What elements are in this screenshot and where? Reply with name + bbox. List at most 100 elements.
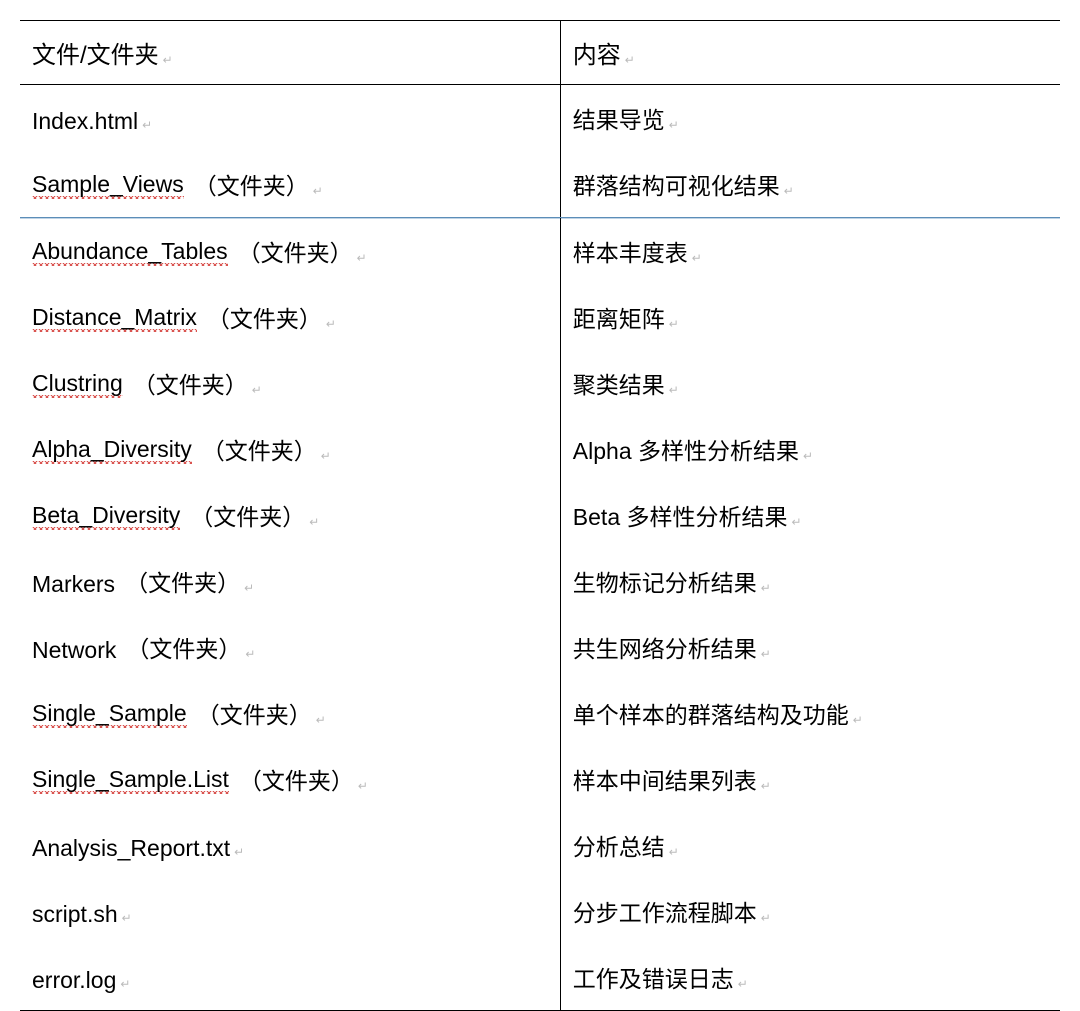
folder-suffix: （文件夹） [190,498,305,532]
paragraph-mark-icon: ↵ [669,383,679,397]
folder-suffix: （文件夹） [239,762,354,796]
file-name: Index.html [32,108,138,135]
file-name: script.sh [32,901,118,928]
header-right-text: 内容 [573,35,621,70]
description-text: Alpha 多样性分析结果 [573,432,799,466]
file-name: Markers [32,571,115,598]
table-row: error.log ↵ 工作及错误日志↵ [20,944,1060,1011]
description-cell: 样本丰度表↵ [561,218,1060,284]
description-cell: 样本中间结果列表↵ [561,746,1060,812]
table-row: Distance_Matrix（文件夹）↵距离矩阵↵ [20,284,1060,350]
file-name-cell: script.sh ↵ [20,878,561,944]
paragraph-mark-icon: ↵ [252,383,262,397]
paragraph-mark-icon: ↵ [692,251,702,265]
folder-suffix: （文件夹） [202,432,317,466]
description-text: 分步工作流程脚本 [573,894,757,928]
file-name: Clustring [32,370,123,400]
paragraph-mark-icon: ↵ [784,184,794,198]
paragraph-mark-icon: ↵ [853,713,863,727]
file-name-cell: Index.html ↵ [20,85,561,151]
paragraph-mark-icon: ↵ [803,449,813,463]
file-name-cell: Abundance_Tables （文件夹） ↵ [20,218,561,284]
table-body: Index.html↵结果导览↵Sample_Views（文件夹）↵群落结构可视… [20,85,1060,1011]
paragraph-mark-icon: ↵ [234,845,244,859]
paragraph-mark-icon: ↵ [163,53,173,67]
file-name-cell: Sample_Views（文件夹）↵ [20,151,561,217]
description-cell: 分步工作流程脚本 ↵ [561,878,1060,944]
paragraph-mark-icon: ↵ [761,581,771,595]
table-row: Index.html ↵ 结果导览 ↵ [20,85,1060,151]
paragraph-mark-icon: ↵ [761,911,771,925]
description-text: 分析总结 [573,828,665,862]
paragraph-mark-icon: ↵ [761,779,771,793]
folder-suffix: （文件夹） [207,300,322,334]
file-name-cell: Single_Sample.List （文件夹） ↵ [20,746,561,812]
table-row: Single_Sample（文件夹）↵单个样本的群落结构及功能↵ [20,680,1060,746]
paragraph-mark-icon: ↵ [316,713,326,727]
table-row: Sample_Views（文件夹）↵ 群落结构可视化结果 ↵ [20,151,1060,218]
table-row: Beta_Diversity （文件夹） ↵ Beta 多样性分析结果↵ [20,482,1060,548]
file-name-cell: error.log ↵ [20,944,561,1010]
paragraph-mark-icon: ↵ [358,779,368,793]
file-name: Single_Sample.List [32,766,229,796]
file-description-table: 文件/文件夹 ↵ 内容 ↵ Index.html↵结果导览↵Sample_Vie… [20,20,1060,1011]
description-text: Beta 多样性分析结果 [573,498,788,532]
description-cell: 单个样本的群落结构及功能 ↵ [561,680,1060,746]
header-content: 内容 ↵ [561,21,1060,84]
table-row: Alpha_Diversity （文件夹） ↵ Alpha 多样性分析结果 ↵ [20,416,1060,482]
paragraph-mark-icon: ↵ [669,118,679,132]
folder-suffix: （文件夹） [197,696,312,730]
description-cell: 工作及错误日志↵ [561,944,1060,1010]
file-name: Beta_Diversity [32,502,180,532]
file-name-cell: Analysis_Report.txt ↵ [20,812,561,878]
description-cell: Beta 多样性分析结果↵ [561,482,1060,548]
file-name: Sample_Views [32,171,184,201]
description-cell: 分析总结↵ [561,812,1060,878]
description-cell: 距离矩阵↵ [561,284,1060,350]
description-cell: 共生网络分析结果 ↵ [561,614,1060,680]
paragraph-mark-icon: ↵ [120,977,130,991]
table-row: Analysis_Report.txt ↵ 分析总结↵ [20,812,1060,878]
paragraph-mark-icon: ↵ [309,515,319,529]
description-text: 群落结构可视化结果 [573,167,780,201]
paragraph-mark-icon: ↵ [244,581,254,595]
file-name-cell: Clustring （文件夹） ↵ [20,350,561,416]
file-name: Analysis_Report.txt [32,835,230,862]
folder-suffix: （文件夹） [133,366,248,400]
table-row: Markers（文件夹）↵ 生物标记分析结果 ↵ [20,548,1060,614]
file-name-cell: Markers（文件夹）↵ [20,548,561,614]
file-name-cell: Single_Sample（文件夹）↵ [20,680,561,746]
description-text: 聚类结果 [573,366,665,400]
folder-suffix: （文件夹） [126,630,241,664]
table-row: Abundance_Tables（文件夹）↵样本丰度表↵ [20,218,1060,284]
paragraph-mark-icon: ↵ [245,647,255,661]
paragraph-mark-icon: ↵ [625,53,635,67]
description-text: 共生网络分析结果 [573,630,757,664]
description-text: 结果导览 [573,101,665,135]
file-name: error.log [32,967,116,994]
description-text: 工作及错误日志 [573,960,734,994]
file-name: Abundance_Tables [32,238,228,268]
file-name-cell: Alpha_Diversity （文件夹） ↵ [20,416,561,482]
paragraph-mark-icon: ↵ [321,449,331,463]
paragraph-mark-icon: ↵ [142,118,152,132]
table-row: Single_Sample.List（文件夹）↵样本中间结果列表↵ [20,746,1060,812]
description-cell: 生物标记分析结果 ↵ [561,548,1060,614]
file-name: Alpha_Diversity [32,436,192,466]
paragraph-mark-icon: ↵ [761,647,771,661]
description-cell: Alpha 多样性分析结果 ↵ [561,416,1060,482]
file-name-cell: Network（文件夹）↵ [20,614,561,680]
header-left-text: 文件/文件夹 [32,35,159,70]
description-cell: 聚类结果 ↵ [561,350,1060,416]
folder-suffix: （文件夹） [238,234,353,268]
description-text: 生物标记分析结果 [573,564,757,598]
description-text: 距离矩阵 [573,300,665,334]
description-text: 单个样本的群落结构及功能 [573,696,849,730]
paragraph-mark-icon: ↵ [313,184,323,198]
description-cell: 结果导览 ↵ [561,85,1060,151]
paragraph-mark-icon: ↵ [357,251,367,265]
description-cell: 群落结构可视化结果 ↵ [561,151,1060,217]
paragraph-mark-icon: ↵ [122,911,132,925]
table-header-row: 文件/文件夹 ↵ 内容 ↵ [20,20,1060,85]
file-name-cell: Distance_Matrix（文件夹）↵ [20,284,561,350]
